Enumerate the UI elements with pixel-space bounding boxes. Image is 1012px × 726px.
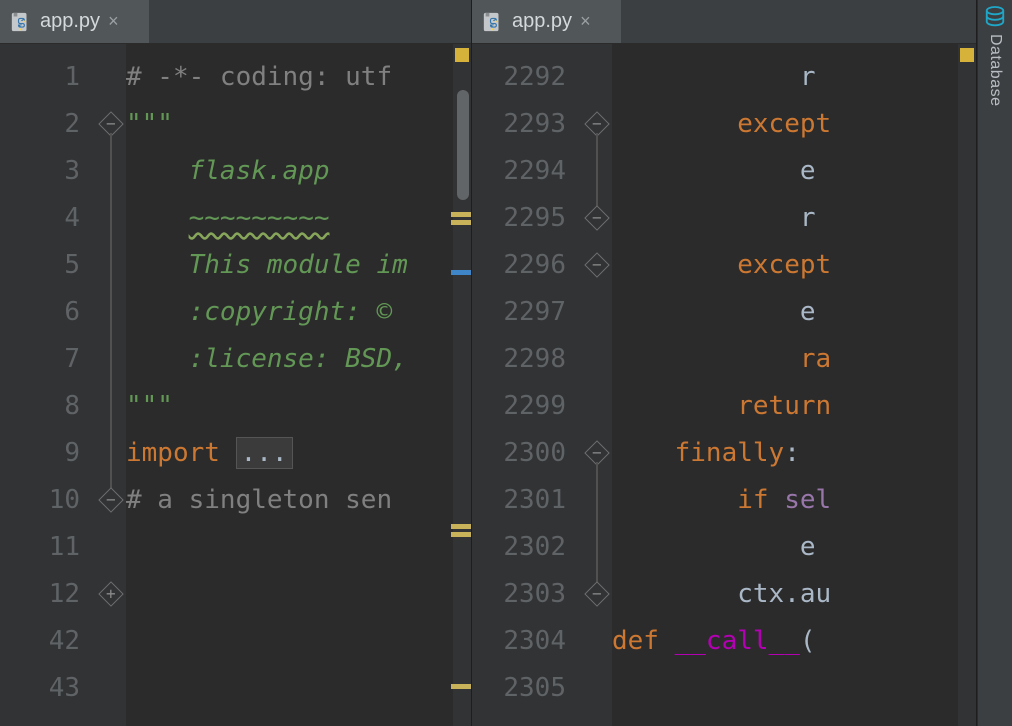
editor-pane-right: app.py × 2292229322942295229622972298229… <box>472 0 977 726</box>
code-area[interactable]: # -*- coding: utf""" flask.app ~~~~~~~~~… <box>126 44 471 726</box>
code-line[interactable]: e <box>612 289 976 336</box>
line-number: 2294 <box>472 148 566 195</box>
line-number: 2301 <box>472 477 566 524</box>
close-icon[interactable]: × <box>108 11 119 32</box>
line-number: 4 <box>0 195 80 242</box>
range-marker[interactable] <box>451 212 471 217</box>
line-number: 5 <box>0 242 80 289</box>
database-icon <box>984 6 1006 30</box>
line-number: 6 <box>0 289 80 336</box>
code-line[interactable]: """ <box>126 101 471 148</box>
fold-toggle-expand[interactable] <box>98 581 123 606</box>
tool-window-stripe[interactable]: Database <box>977 0 1012 726</box>
line-number: 2293 <box>472 101 566 148</box>
line-number: 2303 <box>472 571 566 618</box>
code-line[interactable]: except <box>612 101 976 148</box>
code-line[interactable]: r <box>612 195 976 242</box>
code-line[interactable]: return <box>612 383 976 430</box>
warning-marker[interactable] <box>960 48 974 62</box>
marker-strip[interactable] <box>958 44 976 726</box>
line-number: 2298 <box>472 336 566 383</box>
line-number: 2300 <box>472 430 566 477</box>
line-number: 2299 <box>472 383 566 430</box>
marker-strip[interactable] <box>453 44 471 726</box>
fold-guide <box>110 133 112 491</box>
fold-guide <box>596 133 598 209</box>
line-number: 2302 <box>472 524 566 571</box>
code-line[interactable]: # -*- coding: utf <box>126 54 471 101</box>
warning-marker[interactable] <box>455 48 469 62</box>
code-line[interactable]: """ <box>126 383 471 430</box>
line-number: 7 <box>0 336 80 383</box>
line-number-gutter: 2292229322942295229622972298229923002301… <box>472 44 584 726</box>
line-number: 12 <box>0 571 80 618</box>
tab-label: app.py <box>40 10 100 33</box>
line-number: 11 <box>0 524 80 571</box>
editor-tab[interactable]: app.py × <box>0 0 150 43</box>
line-number: 2296 <box>472 242 566 289</box>
editor-tab[interactable]: app.py × <box>472 0 622 43</box>
line-number: 8 <box>0 383 80 430</box>
range-marker[interactable] <box>451 532 471 537</box>
range-marker[interactable] <box>451 524 471 529</box>
code-line[interactable]: if sel <box>612 477 976 524</box>
line-number: 3 <box>0 148 80 195</box>
line-number: 2292 <box>472 54 566 101</box>
line-number: 43 <box>0 665 80 712</box>
code-line[interactable]: except <box>612 242 976 289</box>
code-line[interactable]: def __call__( <box>612 618 976 665</box>
code-line[interactable]: :copyright: © <box>126 289 471 336</box>
fold-guide <box>596 462 598 585</box>
tab-label: app.py <box>512 10 572 33</box>
editor-body[interactable]: 1234567891011124243 # -*- coding: utf"""… <box>0 44 471 726</box>
line-number-gutter: 1234567891011124243 <box>0 44 98 726</box>
code-line[interactable]: :license: BSD, <box>126 336 471 383</box>
code-area[interactable]: r except e r except e ra return finally:… <box>612 44 976 726</box>
close-icon[interactable]: × <box>580 11 591 32</box>
vertical-scrollbar-thumb[interactable] <box>457 90 469 200</box>
fold-column[interactable] <box>584 44 612 726</box>
line-number: 10 <box>0 477 80 524</box>
info-marker[interactable] <box>451 270 471 275</box>
editor-pane-left: app.py × 1234567891011124243 # -*- codin… <box>0 0 472 726</box>
line-number: 2305 <box>472 665 566 712</box>
fold-toggle-collapse[interactable] <box>584 252 609 277</box>
fold-column[interactable] <box>98 44 126 726</box>
code-line[interactable]: e <box>612 148 976 195</box>
range-marker[interactable] <box>451 220 471 225</box>
line-number: 2304 <box>472 618 566 665</box>
code-line[interactable]: flask.app <box>126 148 471 195</box>
code-line[interactable]: ra <box>612 336 976 383</box>
code-line[interactable]: finally: <box>612 430 976 477</box>
code-line[interactable]: This module im <box>126 242 471 289</box>
code-line[interactable]: ctx.au <box>612 571 976 618</box>
line-number: 2295 <box>472 195 566 242</box>
line-number: 9 <box>0 430 80 477</box>
code-line[interactable]: # a singleton sen <box>126 477 471 524</box>
fold-toggle-collapse[interactable] <box>98 487 123 512</box>
fold-toggle-collapse[interactable] <box>584 581 609 606</box>
line-number: 2 <box>0 101 80 148</box>
line-number: 1 <box>0 54 80 101</box>
tab-bar: app.py × <box>472 0 976 44</box>
code-line[interactable]: ~~~~~~~~~ <box>126 195 471 242</box>
line-number: 2297 <box>472 289 566 336</box>
ide-split-view: app.py × 1234567891011124243 # -*- codin… <box>0 0 1012 726</box>
python-file-icon <box>482 11 504 33</box>
tool-window-label[interactable]: Database <box>986 34 1004 107</box>
editor-body[interactable]: 2292229322942295229622972298229923002301… <box>472 44 976 726</box>
code-line[interactable]: e <box>612 524 976 571</box>
fold-toggle-collapse[interactable] <box>584 205 609 230</box>
python-file-icon <box>10 11 32 33</box>
code-line[interactable]: import ... <box>126 430 471 477</box>
range-marker[interactable] <box>451 684 471 689</box>
line-number: 42 <box>0 618 80 665</box>
code-line[interactable]: r <box>612 54 976 101</box>
tab-bar: app.py × <box>0 0 471 44</box>
